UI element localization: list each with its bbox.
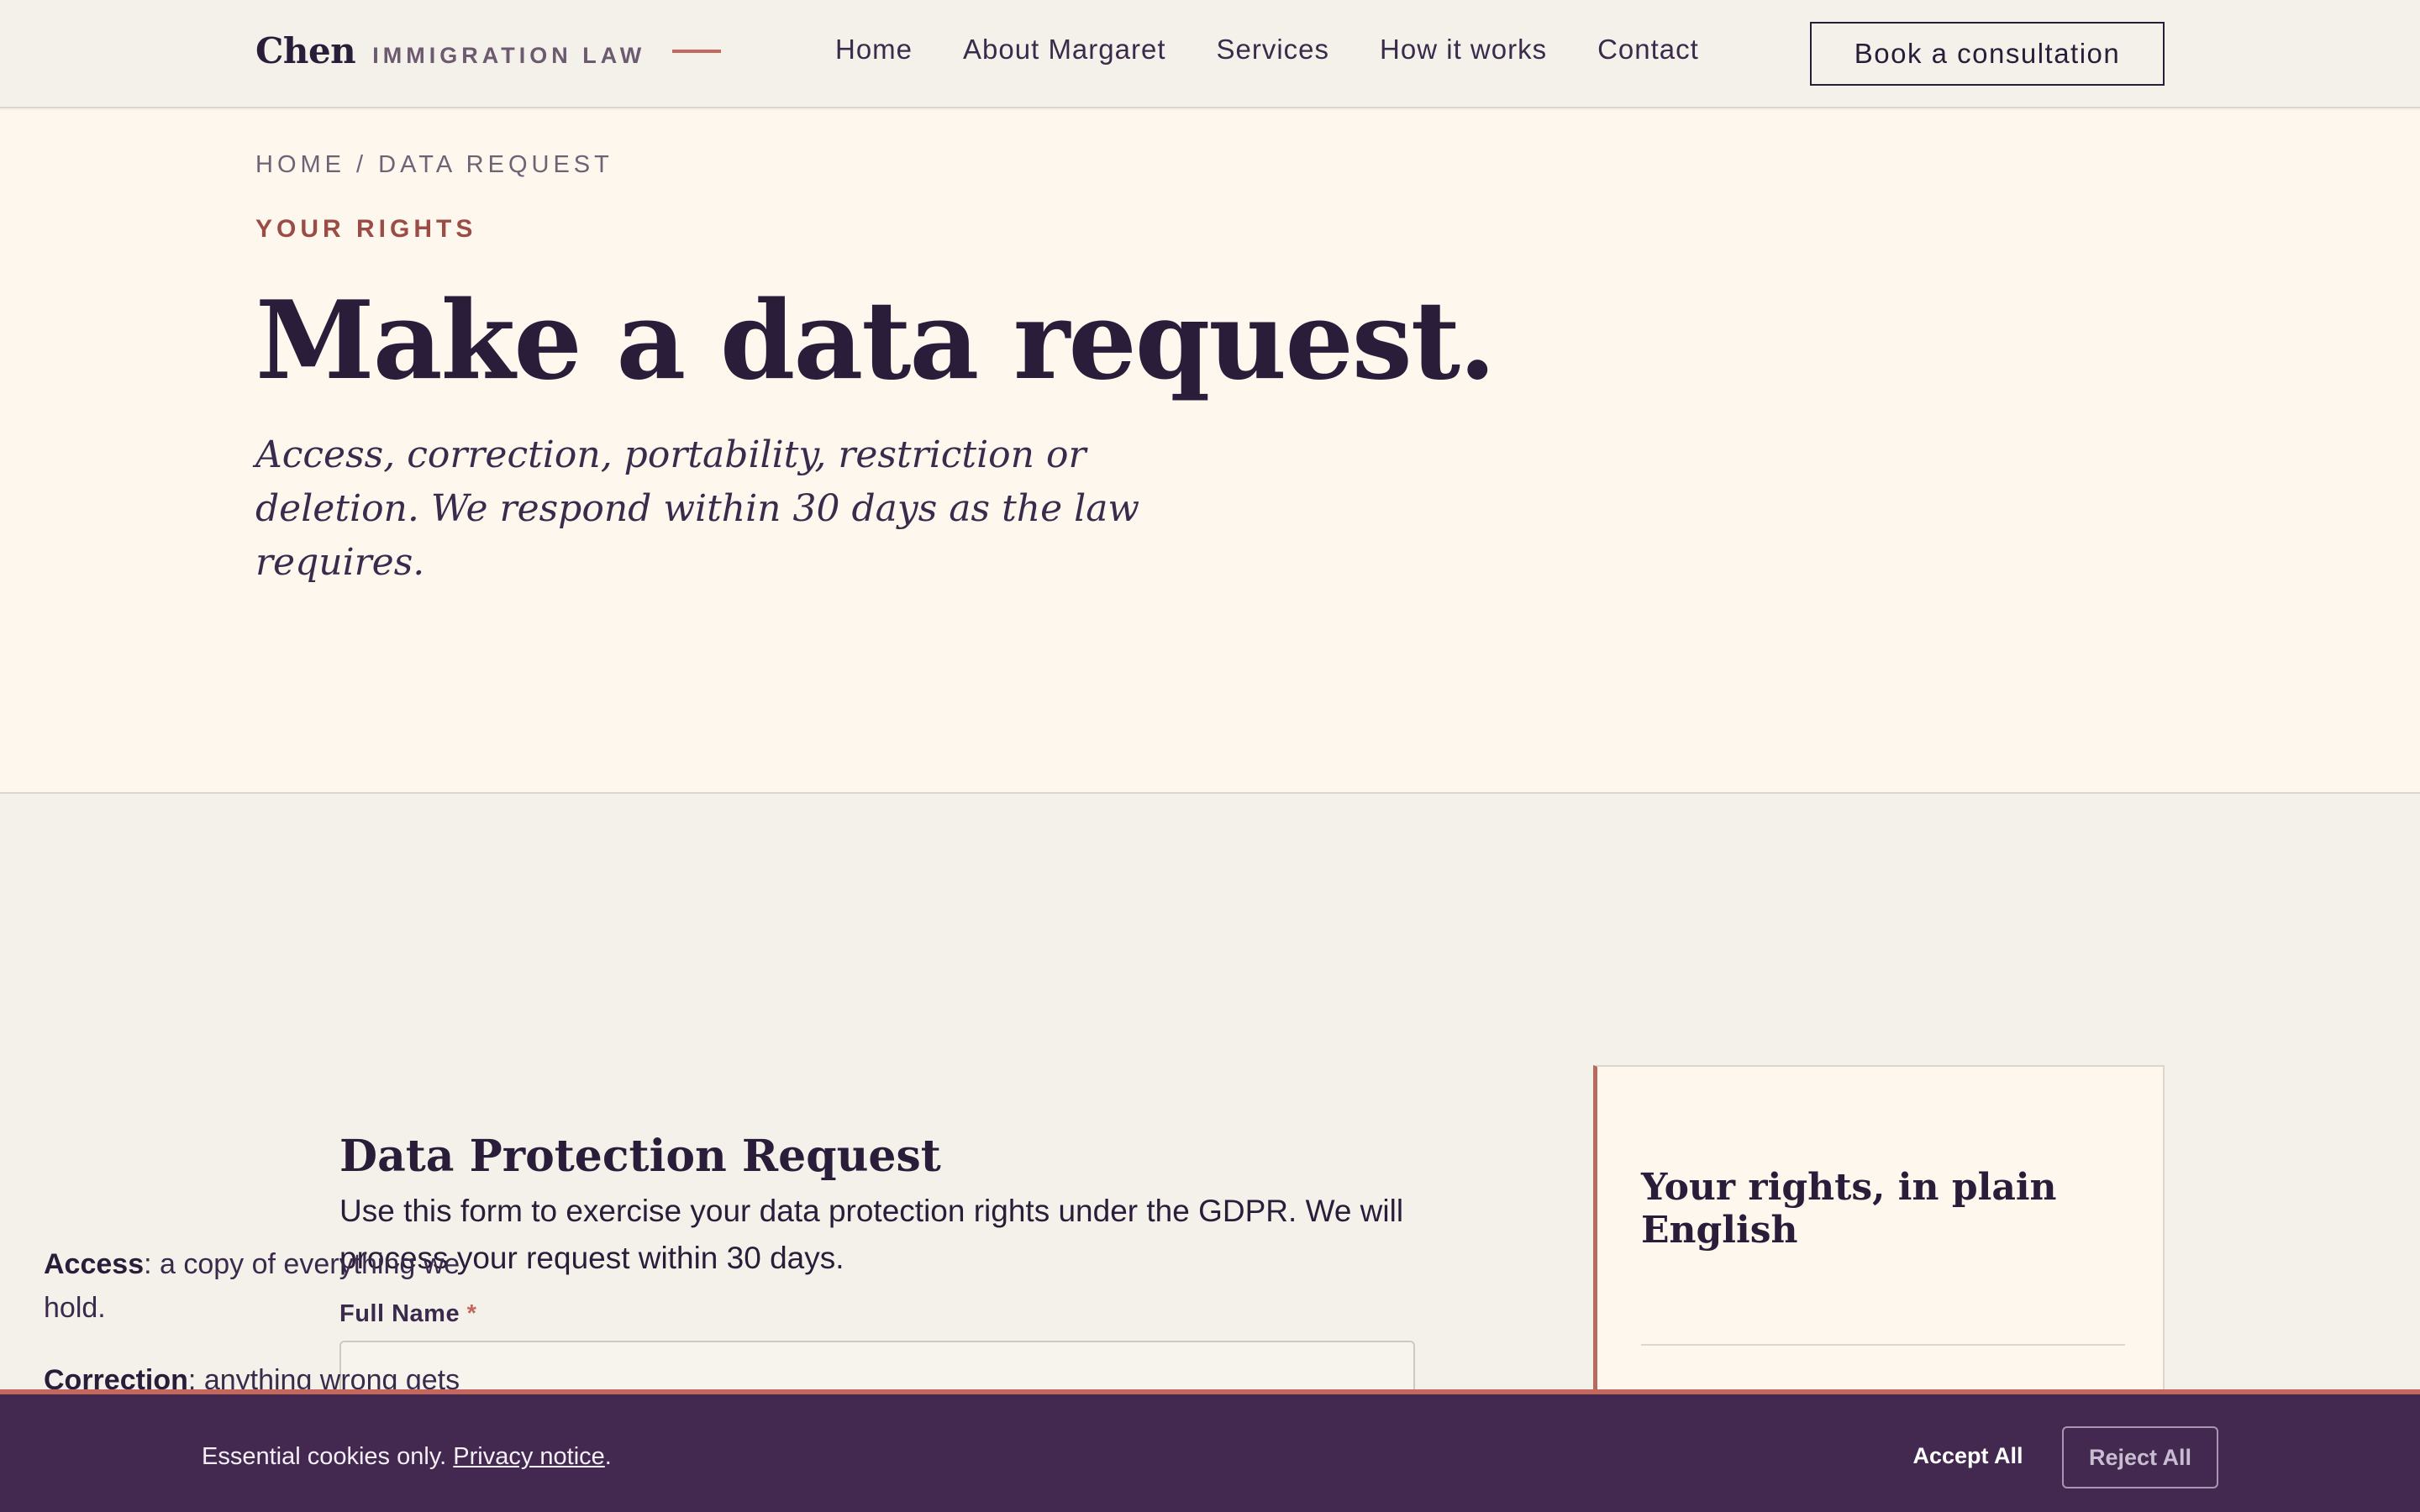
nav-about-margaret[interactable]: About Margaret [963, 34, 1165, 66]
eyebrow-label: YOUR RIGHTS [255, 215, 477, 243]
right-access: Access: a copy of everything we hold. [44, 1242, 528, 1330]
main-nav: Home About Margaret Services How it work… [835, 34, 1699, 66]
logo-subtitle: IMMIGRATION LAW [372, 43, 646, 68]
cookie-message: Essential cookies only. [202, 1443, 447, 1470]
cookie-period: . [604, 1443, 612, 1470]
rights-divider [1641, 1344, 2125, 1346]
logo-dash [672, 49, 722, 53]
book-consultation-button[interactable]: Book a consultation [1810, 22, 2165, 86]
logo-name: Chen [255, 30, 356, 71]
accept-all-button[interactable]: Accept All [1899, 1426, 2037, 1485]
reject-all-button[interactable]: Reject All [2062, 1426, 2218, 1488]
form-title: Data Protection Request [339, 1131, 941, 1182]
page-title: Make a data request. [255, 278, 1496, 404]
hero-lede: Access, correction, portability, restric… [255, 433, 1140, 584]
site-header: Chen IMMIGRATION LAW Home About Margaret… [0, 0, 2420, 108]
nav-how-it-works[interactable]: How it works [1380, 34, 1547, 66]
logo[interactable]: Chen IMMIGRATION LAW [255, 30, 722, 71]
privacy-notice-link[interactable]: Privacy notice [453, 1443, 605, 1470]
right-access-term: Access [44, 1248, 145, 1280]
rights-sidebar: Your rights, in plain English [1593, 1065, 2165, 1401]
nav-services[interactable]: Services [1217, 34, 1330, 66]
nav-home[interactable]: Home [835, 34, 913, 66]
cookie-text: Essential cookies only. Privacy notice. [202, 1443, 612, 1471]
cookie-banner: Essential cookies only. Privacy notice. … [0, 1389, 2420, 1512]
rights-sidebar-title: Your rights, in plain English [1641, 1166, 2057, 1252]
nav-contact[interactable]: Contact [1597, 34, 1699, 66]
breadcrumb: HOME / DATA REQUEST [255, 151, 613, 178]
